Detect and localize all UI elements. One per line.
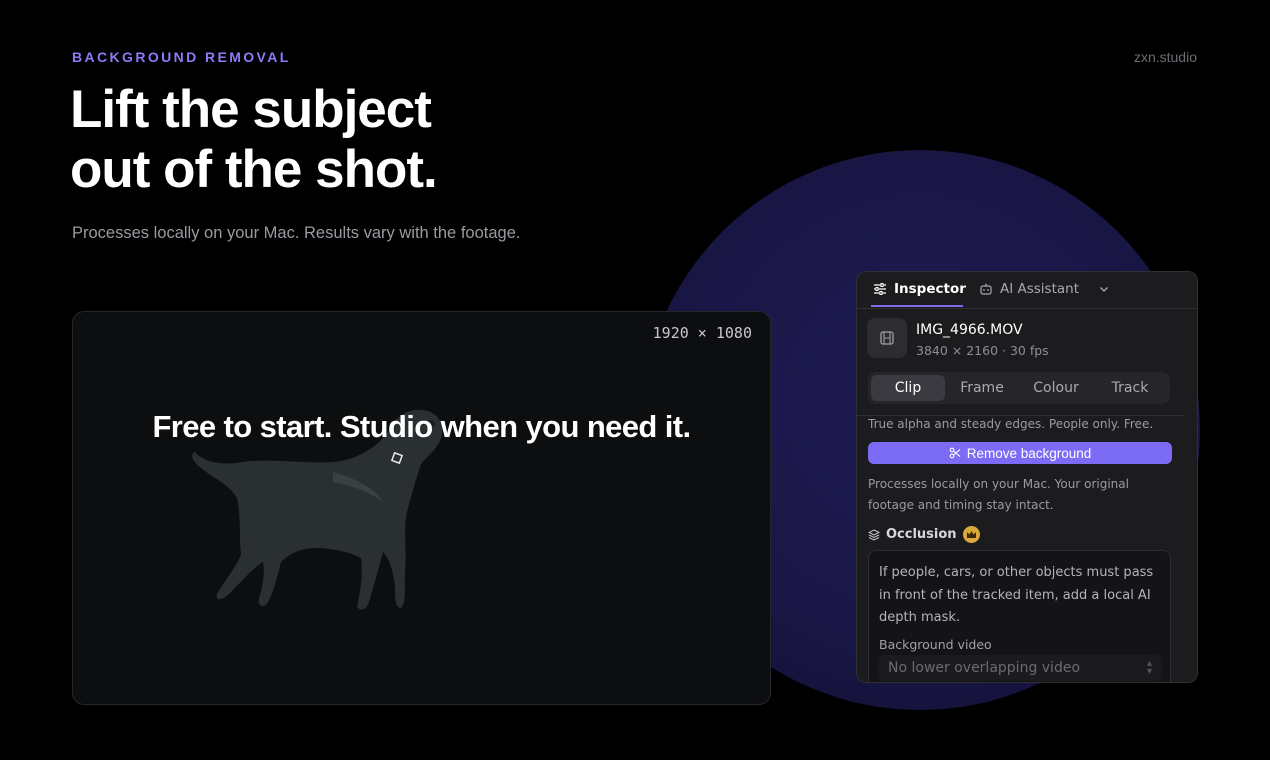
panel-tabs: Inspector AI Assistant: [857, 272, 1197, 309]
remove-background-button[interactable]: Remove background: [868, 442, 1172, 464]
scissors-icon: [949, 447, 961, 459]
clip-thumbnail: [867, 318, 907, 358]
alpha-note: True alpha and steady edges. People only…: [868, 417, 1154, 431]
clip-file-meta: 3840 × 2160 · 30 fps: [916, 343, 1049, 358]
preview-overlay-text: Free to start. Studio when you need it.: [152, 409, 691, 444]
clip-file-name: IMG_4966.MOV: [916, 322, 1023, 338]
page-subtitle: Processes locally on your Mac. Results v…: [72, 224, 521, 242]
occlusion-title: Occlusion: [886, 527, 957, 542]
crown-icon: [962, 526, 980, 543]
tabs-dropdown-chevron[interactable]: [1097, 272, 1111, 306]
headline-line-1: Lift the subject: [70, 80, 432, 139]
tab-ai-assistant[interactable]: AI Assistant: [979, 272, 1079, 306]
resolution-label: 1920 × 1080: [652, 324, 752, 342]
occlusion-box: If people, cars, or other objects must p…: [868, 550, 1171, 682]
section-divider: [857, 415, 1185, 416]
film-icon: [880, 331, 894, 345]
background-video-label: Background video: [879, 637, 992, 652]
brand-link[interactable]: zxn.studio: [1134, 49, 1197, 65]
segment-track[interactable]: Track: [1093, 375, 1167, 401]
robot-icon: [980, 283, 992, 295]
sliders-icon: [874, 283, 886, 295]
chevron-down-icon: [1100, 287, 1108, 292]
segment-frame[interactable]: Frame: [945, 375, 1019, 401]
segment-clip[interactable]: Clip: [871, 375, 945, 401]
page-headline: Lift the subject out of the shot.: [70, 80, 438, 200]
local-processing-note: Processes locally on your Mac. Your orig…: [868, 477, 1129, 512]
inspector-panel: Inspector AI Assistant IMG_4966.MOV 3840…: [856, 271, 1198, 683]
background-video-select[interactable]: No lower overlapping video ▴ ▾: [878, 655, 1162, 681]
section-eyebrow: BACKGROUND REMOVAL: [72, 49, 291, 65]
active-tab-indicator: [871, 305, 963, 307]
video-preview[interactable]: 1920 × 1080 Free to start. Studio when y…: [72, 311, 771, 705]
layers-icon: [868, 528, 880, 541]
occlusion-description: If people, cars, or other objects must p…: [879, 565, 1154, 625]
tab-inspector[interactable]: Inspector: [873, 272, 966, 306]
remove-background-label: Remove background: [966, 445, 1092, 461]
segment-colour[interactable]: Colour: [1019, 375, 1093, 401]
tab-ai-assistant-label: AI Assistant: [1000, 281, 1080, 297]
occlusion-header: Occlusion: [868, 526, 980, 543]
tab-inspector-label: Inspector: [894, 281, 966, 297]
inspector-segmented-control: Clip Frame Colour Track: [868, 372, 1170, 404]
clip-file-info: IMG_4966.MOV 3840 × 2160 · 30 fps: [867, 318, 1049, 358]
select-chevron-icon: ▴ ▾: [1146, 658, 1152, 677]
headline-line-2: out of the shot.: [70, 140, 438, 199]
background-video-value: No lower overlapping video: [888, 660, 1081, 676]
